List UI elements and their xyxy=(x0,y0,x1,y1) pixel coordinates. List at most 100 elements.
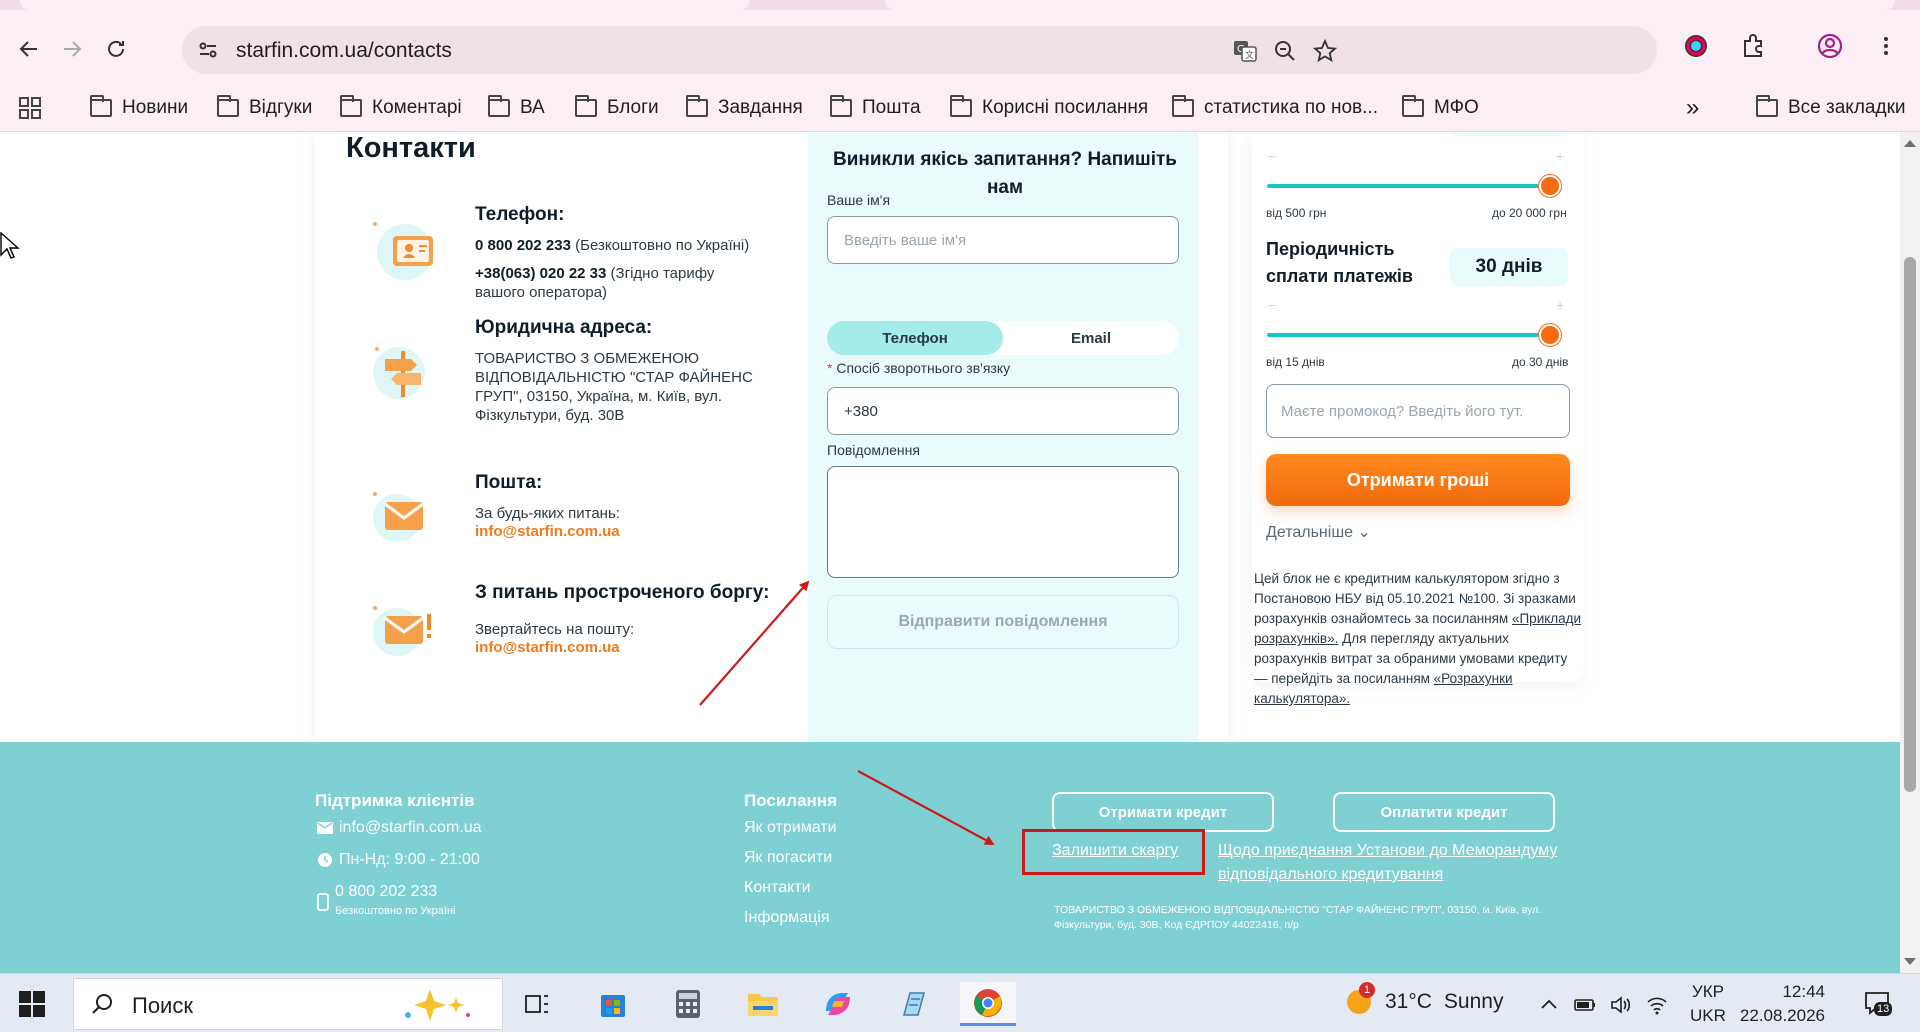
support-email[interactable]: info@starfin.com.ua xyxy=(317,819,482,837)
support-phone[interactable]: 0 800 202 233 Безкоштовно по Україні xyxy=(317,883,455,917)
debt-heading: З питань простроченого боргу: xyxy=(475,582,770,603)
bookmark-label: МФО xyxy=(1434,97,1479,118)
amount-slider-track[interactable] xyxy=(1267,184,1550,188)
back-button[interactable] xyxy=(9,29,49,69)
footer-link-info[interactable]: Інформація xyxy=(744,909,830,927)
feedback-label: * Спосіб зворотнього зв'язку xyxy=(827,360,1010,376)
search-icon xyxy=(92,994,112,1014)
promo-code-input[interactable] xyxy=(1266,384,1570,438)
task-view-button[interactable] xyxy=(510,982,566,1026)
store-app[interactable] xyxy=(585,982,641,1026)
mail-email-link[interactable]: info@starfin.com.ua xyxy=(475,523,765,540)
forward-button[interactable] xyxy=(52,29,92,69)
browser-tab[interactable] xyxy=(20,0,750,10)
bookmark-poshta[interactable]: Пошта xyxy=(830,84,921,132)
all-bookmarks-button[interactable]: Все закладки xyxy=(1756,84,1906,132)
footer-link-contacts[interactable]: Контакти xyxy=(744,879,811,897)
apps-grid-icon[interactable] xyxy=(18,96,42,120)
period-minus-button[interactable]: − xyxy=(1268,297,1276,313)
footer-link-how-pay[interactable]: Як погасити xyxy=(744,849,832,867)
battery-icon[interactable] xyxy=(1574,994,1596,1016)
bookmark-mfo[interactable]: МФО xyxy=(1402,84,1479,132)
send-message-button[interactable]: Відправити повідомлення xyxy=(827,595,1179,649)
reload-button[interactable] xyxy=(96,29,136,69)
explorer-app[interactable] xyxy=(735,982,791,1026)
folder-icon xyxy=(488,95,510,117)
copilot-app[interactable] xyxy=(810,982,866,1026)
name-input[interactable] xyxy=(827,216,1179,264)
phone-input[interactable] xyxy=(827,387,1179,435)
taskbar-search[interactable]: Поиск xyxy=(73,978,503,1030)
notes-app[interactable] xyxy=(885,982,941,1026)
memorandum-link[interactable]: Щодо приєднання Установи до Меморандуму … xyxy=(1218,839,1578,887)
page-scrollbar[interactable] xyxy=(1900,132,1920,973)
browser-tab[interactable] xyxy=(885,0,1895,10)
footer-get-credit-button[interactable]: Отримати кредит xyxy=(1052,792,1274,832)
color-extension-icon[interactable] xyxy=(1682,32,1710,60)
toggle-phone[interactable]: Телефон xyxy=(827,321,1003,355)
calculator-app[interactable] xyxy=(660,982,716,1026)
bookmark-novyny[interactable]: Новини xyxy=(90,84,188,132)
scroll-up-icon[interactable] xyxy=(1904,140,1916,147)
amount-plus-button[interactable]: + xyxy=(1556,148,1564,164)
windows-start-icon[interactable] xyxy=(18,990,46,1018)
scrollbar-thumb[interactable] xyxy=(1904,257,1916,792)
message-textarea[interactable] xyxy=(827,466,1179,578)
footer-pay-credit-button[interactable]: Оплатити кредит xyxy=(1333,792,1555,832)
page-title: Контакти xyxy=(346,132,476,164)
bookmark-korysni[interactable]: Корисні посилання xyxy=(950,84,1148,132)
weather-widget[interactable]: 1 31°C Sunny xyxy=(1345,982,1503,1016)
mail-text: За будь-яких питань: xyxy=(475,505,620,522)
toggle-email[interactable]: Email xyxy=(1003,321,1179,355)
debt-email-link[interactable]: info@starfin.com.ua xyxy=(475,639,795,656)
menu-kebab-icon[interactable] xyxy=(1872,32,1900,60)
folder-icon xyxy=(575,95,597,117)
address-bar[interactable]: starfin.com.ua/contacts G 文 xyxy=(182,26,1657,74)
wifi-icon[interactable] xyxy=(1646,994,1668,1016)
translate-icon[interactable]: G 文 xyxy=(1232,38,1258,64)
bookmark-zavdannia[interactable]: Завдання xyxy=(686,84,803,132)
scroll-down-icon[interactable] xyxy=(1904,958,1916,965)
support-phone-text: 0 800 202 233 xyxy=(335,883,438,900)
bookmark-star-icon[interactable] xyxy=(1312,38,1338,64)
folder-icon xyxy=(1172,95,1194,117)
debt-text: Звертайтесь на пошту: xyxy=(475,621,635,638)
bookmark-label: Корисні посилання xyxy=(982,97,1149,118)
phone-card-icon xyxy=(373,222,433,280)
bookmark-va[interactable]: ВА xyxy=(488,84,545,132)
amount-minus-button[interactable]: − xyxy=(1268,148,1276,164)
weather-temp: 31°C xyxy=(1385,990,1432,1013)
period-value-box[interactable]: 30 днів xyxy=(1450,248,1568,286)
chrome-icon xyxy=(974,988,1002,1017)
period-slider-handle[interactable] xyxy=(1539,324,1561,346)
bookmarks-overflow-button[interactable]: » xyxy=(1686,84,1699,132)
extensions-icon[interactable] xyxy=(1740,32,1768,60)
bookmark-vidguky[interactable]: Відгуки xyxy=(217,84,312,132)
volume-icon[interactable] xyxy=(1610,994,1632,1016)
zoom-icon[interactable] xyxy=(1272,38,1298,64)
footer-link-how-get[interactable]: Як отримати xyxy=(744,819,837,837)
site-settings-icon[interactable] xyxy=(196,38,220,62)
profile-icon[interactable] xyxy=(1816,32,1844,60)
arrow-right-icon xyxy=(64,41,82,57)
support-phone-note: Безкоштовно по Україні xyxy=(335,905,456,917)
chevron-up-icon[interactable] xyxy=(1538,994,1560,1016)
task-view-icon xyxy=(525,995,548,1013)
address-heading: Юридична адреса: xyxy=(475,317,653,338)
details-toggle[interactable]: Детальніше ⌄ xyxy=(1266,522,1371,542)
system-clock[interactable]: 12:44 22.08.2026 xyxy=(1735,980,1825,1028)
get-money-button[interactable]: Отримати гроші xyxy=(1266,454,1570,506)
amount-slider-handle[interactable] xyxy=(1539,175,1561,197)
notification-center[interactable]: 13 xyxy=(1862,988,1893,1018)
phone-number-free[interactable]: 0 800 202 233 xyxy=(475,237,571,254)
bookmark-komentari[interactable]: Коментарі xyxy=(340,84,462,132)
period-plus-button[interactable]: + xyxy=(1556,297,1564,313)
bookmark-statystyka[interactable]: статистика по нов... xyxy=(1172,84,1378,132)
bookmark-blogy[interactable]: Блоги xyxy=(575,84,659,132)
feedback-type-toggle: Телефон Email xyxy=(827,321,1179,355)
chrome-app[interactable] xyxy=(960,982,1016,1026)
period-slider-track[interactable] xyxy=(1267,333,1550,337)
phone-number-mobile[interactable]: +38(063) 020 22 33 xyxy=(475,265,606,282)
language-indicator[interactable]: УКР UKR xyxy=(1690,980,1726,1028)
amount-min-label: від 500 грн xyxy=(1266,206,1327,220)
